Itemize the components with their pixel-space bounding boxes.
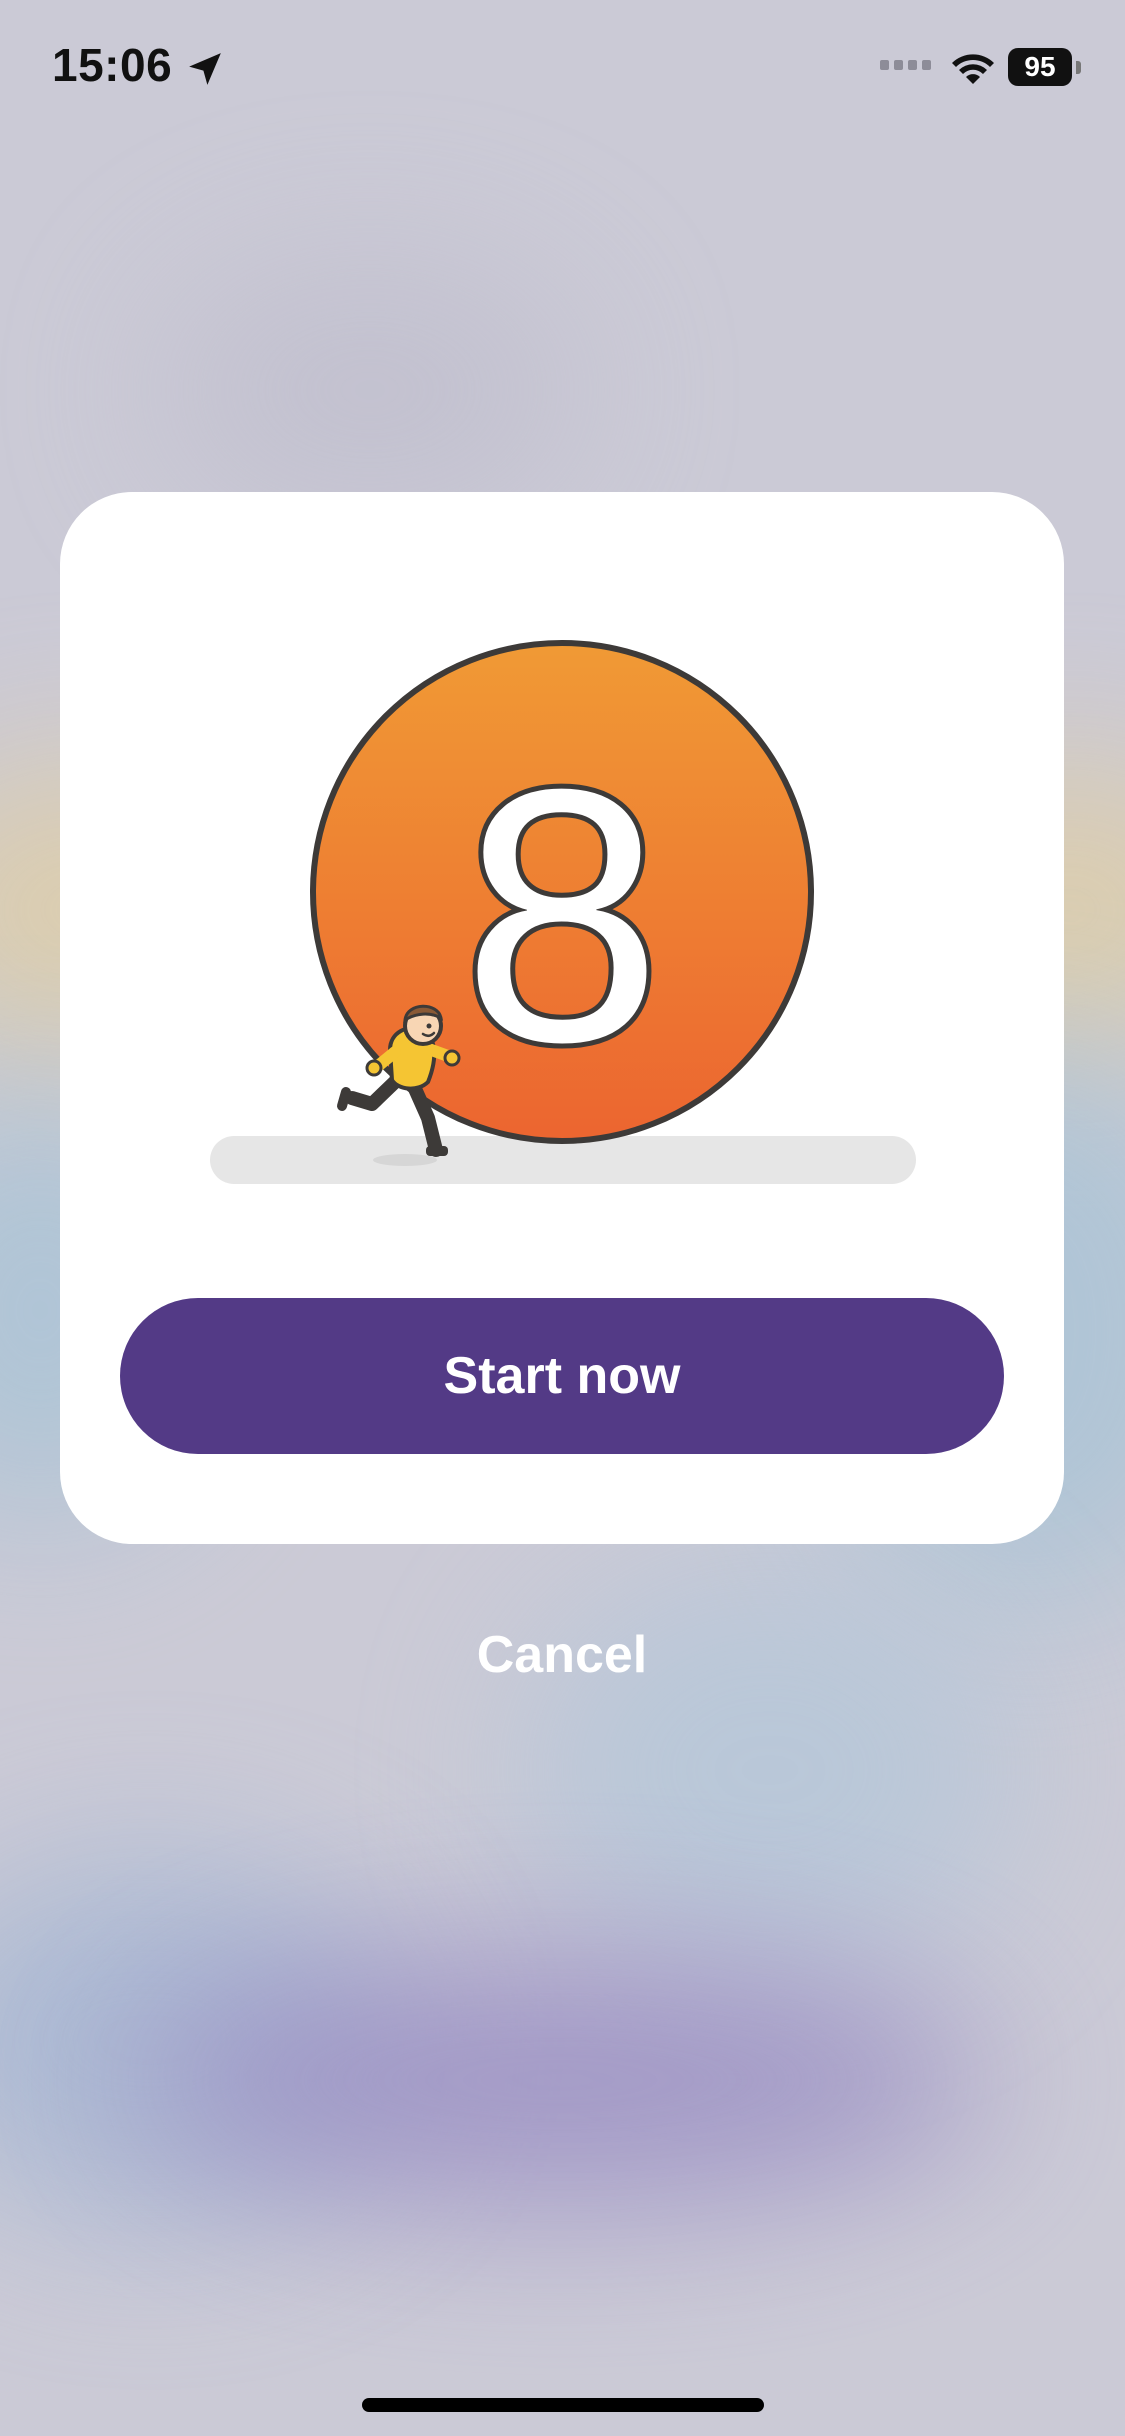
countdown-illustration: 8 bbox=[210, 640, 916, 1184]
location-arrow-icon bbox=[189, 53, 221, 85]
start-modal-card: 8 Start now bbox=[60, 492, 1064, 1544]
battery-icon: 95 bbox=[1008, 48, 1081, 88]
status-time: 15:06 bbox=[52, 39, 173, 91]
status-bar: 15:06 95 bbox=[0, 0, 1125, 140]
cancel-button[interactable]: Cancel bbox=[412, 1610, 712, 1700]
battery-level: 95 bbox=[1008, 48, 1072, 86]
wifi-icon bbox=[952, 54, 994, 84]
home-indicator[interactable] bbox=[362, 2398, 764, 2412]
signal-icon bbox=[880, 60, 931, 70]
start-now-button[interactable]: Start now bbox=[120, 1298, 1004, 1454]
countdown-number: 8 bbox=[462, 715, 662, 1117]
